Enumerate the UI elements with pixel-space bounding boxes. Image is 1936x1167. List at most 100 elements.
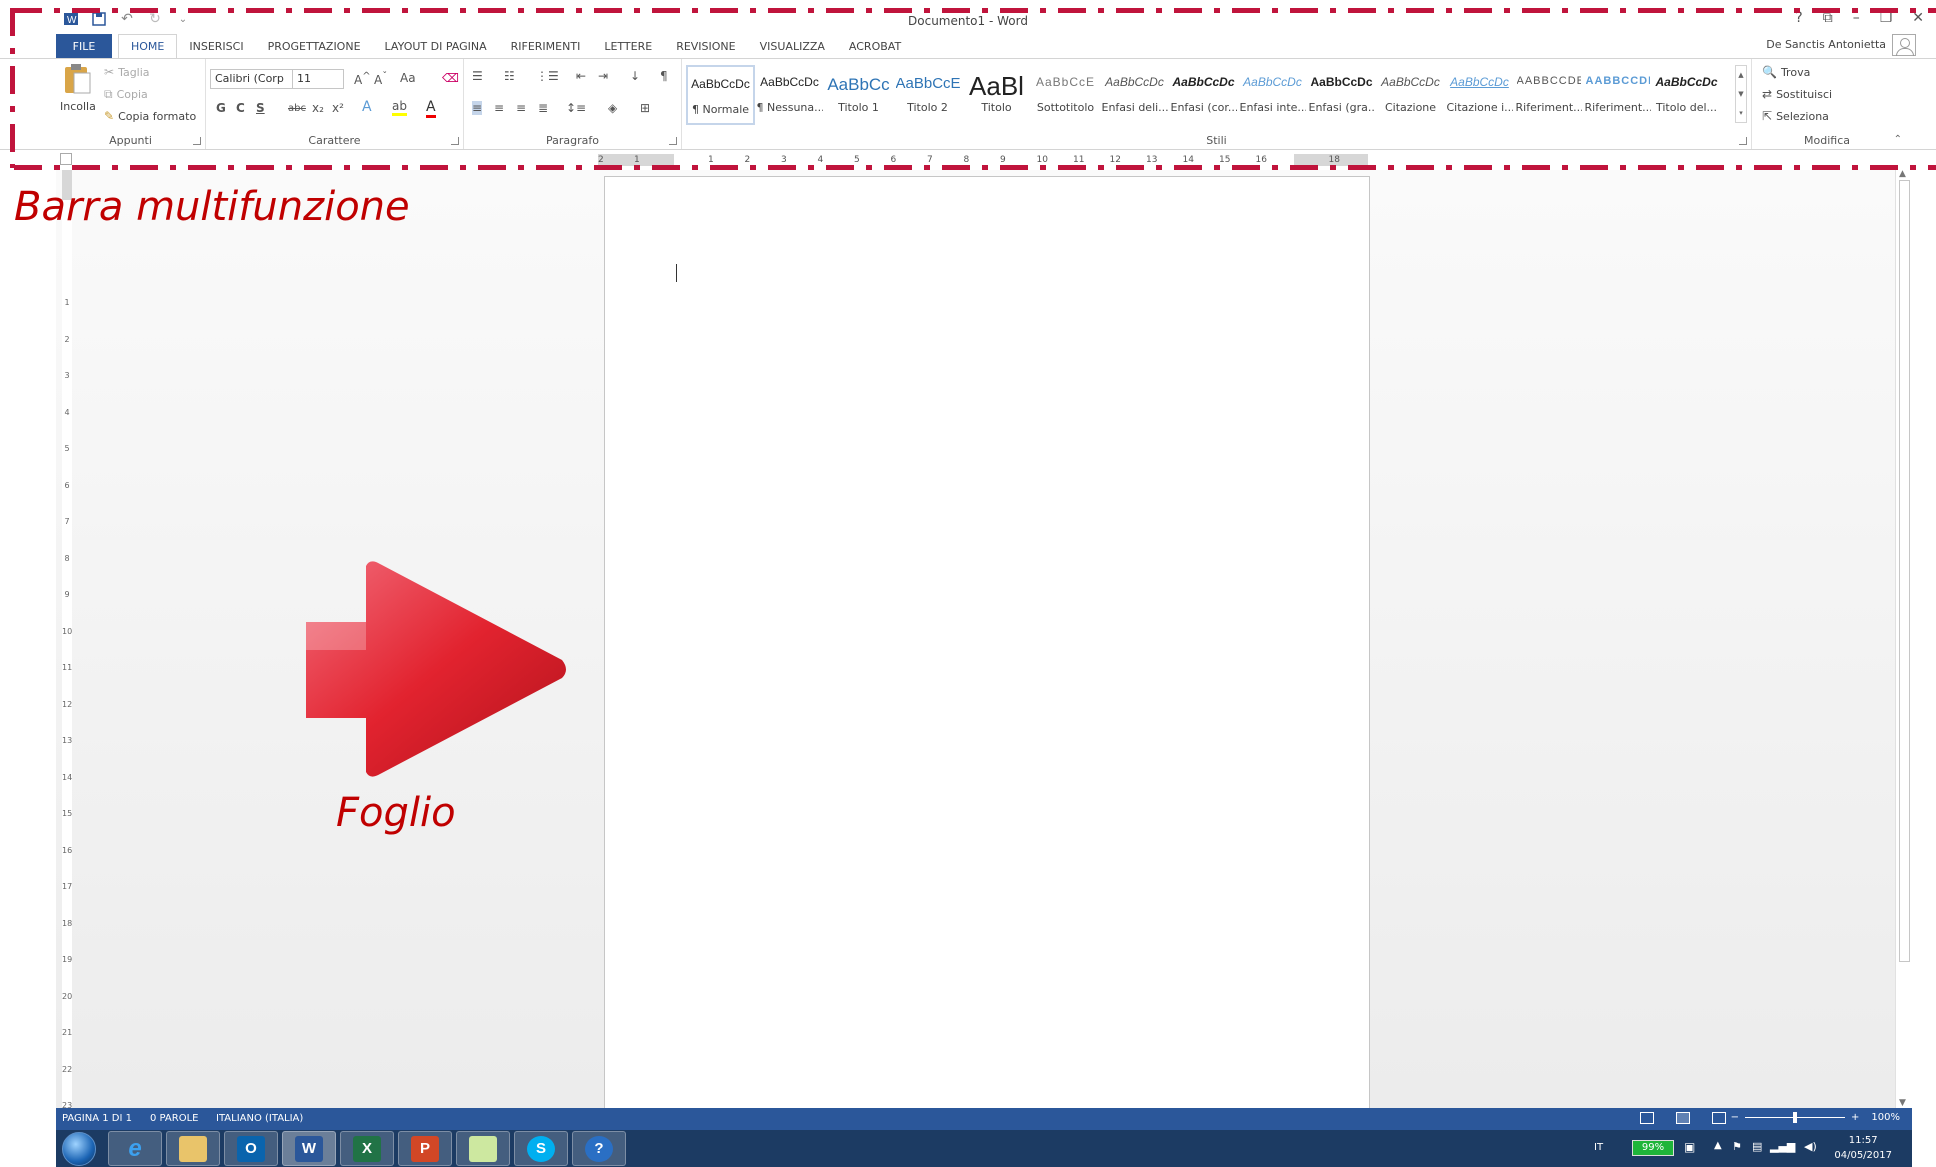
- clear-formatting-icon[interactable]: ⌫: [442, 71, 459, 85]
- line-spacing-icon[interactable]: ↕≡: [566, 101, 586, 115]
- tab-acrobat[interactable]: ACROBAT: [837, 34, 913, 58]
- zoom-level[interactable]: 100%: [1871, 1112, 1900, 1123]
- paste-button[interactable]: Incolla: [60, 63, 96, 127]
- vertical-ruler[interactable]: 1 2 3 4 5 6 7 8 9 10 11 12 13 14 15 16 17 18 19 20 21 22 23: [62, 170, 72, 1130]
- taskbar-skype[interactable]: S: [514, 1131, 568, 1166]
- zoom-out-icon[interactable]: −: [1731, 1112, 1739, 1123]
- style-item[interactable]: AaBbCc Titolo 1: [824, 65, 893, 125]
- zoom-thumb[interactable]: [1793, 1112, 1798, 1123]
- show-hidden-icons[interactable]: ▲: [1714, 1140, 1722, 1151]
- network-icon[interactable]: ▤: [1752, 1140, 1762, 1153]
- print-layout-icon[interactable]: [1676, 1112, 1690, 1124]
- align-center-icon[interactable]: ≡: [494, 101, 504, 115]
- bullets-icon[interactable]: ☰: [472, 69, 483, 83]
- volume-icon[interactable]: ◀): [1804, 1140, 1817, 1153]
- change-case-button[interactable]: Aa: [400, 71, 416, 85]
- language-indicator[interactable]: ITALIANO (ITALIA): [216, 1113, 303, 1124]
- style-item[interactable]: AaBbCcDc Enfasi (gra...: [1307, 65, 1376, 125]
- power-icon[interactable]: ▣: [1684, 1140, 1695, 1154]
- sort-icon[interactable]: ↓: [630, 69, 640, 83]
- scroll-down-icon[interactable]: ▼: [1899, 1098, 1906, 1108]
- copy-button[interactable]: ⧉ Copia: [104, 87, 148, 102]
- language-tray[interactable]: IT: [1594, 1142, 1603, 1153]
- gallery-up-icon[interactable]: ▲: [1738, 71, 1743, 79]
- grow-font-icon[interactable]: A^: [354, 71, 371, 87]
- collapse-ribbon-icon[interactable]: ⌃: [1894, 134, 1902, 145]
- style-item[interactable]: AaBl Titolo: [962, 65, 1031, 125]
- increase-indent-icon[interactable]: ⇥: [598, 69, 608, 83]
- taskbar-ie[interactable]: e: [108, 1131, 162, 1166]
- superscript-button[interactable]: x²: [332, 101, 344, 115]
- find-button[interactable]: 🔍 Trova: [1762, 65, 1810, 79]
- style-item[interactable]: AABBCCDE Riferiment...: [1583, 65, 1652, 125]
- numbering-icon[interactable]: ☷: [504, 69, 515, 83]
- avatar[interactable]: [1892, 34, 1916, 56]
- clipboard-launcher-icon[interactable]: [193, 137, 201, 145]
- style-item[interactable]: AaBbCcDc Titolo del...: [1652, 65, 1721, 125]
- style-item[interactable]: AaBbCcDc Citazione i...: [1445, 65, 1514, 125]
- style-item[interactable]: AaBbCcDc Enfasi inte...: [1238, 65, 1307, 125]
- taskbar-excel[interactable]: X: [340, 1131, 394, 1166]
- flag-icon[interactable]: ⚑: [1732, 1140, 1742, 1153]
- styles-launcher-icon[interactable]: [1739, 137, 1747, 145]
- tab-selector-icon[interactable]: [60, 153, 72, 165]
- word-count[interactable]: 0 PAROLE: [150, 1113, 198, 1124]
- font-color-icon[interactable]: A: [426, 99, 436, 118]
- taskbar-outlook[interactable]: O: [224, 1131, 278, 1166]
- bold-button[interactable]: G: [216, 101, 226, 115]
- style-item[interactable]: AaBbCcE Titolo 2: [893, 65, 962, 125]
- italic-button[interactable]: C: [236, 101, 245, 115]
- format-painter-button[interactable]: ✎ Copia formato: [104, 109, 196, 123]
- tab-review[interactable]: REVISIONE: [664, 34, 747, 58]
- gallery-down-icon[interactable]: ▼: [1738, 90, 1743, 98]
- style-item[interactable]: AaBbCcE Sottotitolo: [1031, 65, 1100, 125]
- cut-button[interactable]: ✂ Taglia: [104, 65, 150, 79]
- font-name-combo[interactable]: Calibri (Corp: [210, 69, 294, 89]
- tab-home[interactable]: HOME: [118, 34, 178, 59]
- tab-view[interactable]: VISUALIZZA: [748, 34, 837, 58]
- vertical-scrollbar[interactable]: ▲ ▼: [1895, 169, 1912, 1108]
- style-item[interactable]: AaBbCcDc Enfasi deli...: [1100, 65, 1169, 125]
- read-mode-icon[interactable]: [1640, 1112, 1654, 1124]
- select-button[interactable]: ⇱ Seleziona: [1762, 109, 1829, 123]
- font-size-combo[interactable]: 11: [292, 69, 344, 89]
- font-launcher-icon[interactable]: [451, 137, 459, 145]
- web-layout-icon[interactable]: [1712, 1112, 1726, 1124]
- zoom-in-icon[interactable]: +: [1851, 1112, 1859, 1123]
- taskbar-help[interactable]: ?: [572, 1131, 626, 1166]
- taskbar-word[interactable]: W: [282, 1131, 336, 1166]
- taskbar-explorer[interactable]: [166, 1131, 220, 1166]
- page-count[interactable]: PAGINA 1 DI 1: [62, 1113, 132, 1124]
- signal-icon[interactable]: ▂▄▆: [1770, 1140, 1795, 1153]
- highlight-color-icon[interactable]: ab: [392, 99, 407, 116]
- shading-icon[interactable]: ◈: [608, 101, 617, 115]
- scroll-thumb[interactable]: [1899, 180, 1910, 962]
- borders-icon[interactable]: ⊞: [640, 101, 650, 115]
- decrease-indent-icon[interactable]: ⇤: [576, 69, 586, 83]
- style-item[interactable]: AaBbCcDc Citazione: [1376, 65, 1445, 125]
- underline-button[interactable]: S: [256, 101, 265, 115]
- multilevel-list-icon[interactable]: ⋮☰: [536, 69, 559, 83]
- tab-references[interactable]: RIFERIMENTI: [499, 34, 593, 58]
- tab-mailings[interactable]: LETTERE: [592, 34, 664, 58]
- style-item[interactable]: AaBbCcDc ¶ Nessuna...: [755, 65, 824, 125]
- start-button[interactable]: [62, 1132, 96, 1166]
- text-effects-icon[interactable]: A: [362, 99, 372, 115]
- align-right-icon[interactable]: ≡: [516, 101, 526, 115]
- styles-gallery-scroll[interactable]: ▲ ▼ ▾: [1735, 65, 1747, 123]
- strikethrough-button[interactable]: abc: [288, 103, 306, 114]
- show-formatting-icon[interactable]: ¶: [660, 69, 668, 83]
- paragraph-launcher-icon[interactable]: [669, 137, 677, 145]
- taskbar-powerpoint[interactable]: P: [398, 1131, 452, 1166]
- tab-insert[interactable]: INSERISCI: [177, 34, 255, 58]
- zoom-slider[interactable]: [1745, 1112, 1846, 1123]
- shrink-font-icon[interactable]: Aˇ: [374, 71, 387, 87]
- style-item[interactable]: AaBbCcDc Enfasi (cor...: [1169, 65, 1238, 125]
- taskbar-folder[interactable]: [456, 1131, 510, 1166]
- style-item[interactable]: AABBCCDE Riferiment...: [1514, 65, 1583, 125]
- document-page[interactable]: [604, 176, 1370, 1108]
- subscript-button[interactable]: x₂: [312, 101, 324, 115]
- tab-file[interactable]: FILE: [56, 34, 112, 58]
- replace-button[interactable]: ⇄ Sostituisci: [1762, 87, 1832, 101]
- gallery-more-icon[interactable]: ▾: [1739, 109, 1743, 117]
